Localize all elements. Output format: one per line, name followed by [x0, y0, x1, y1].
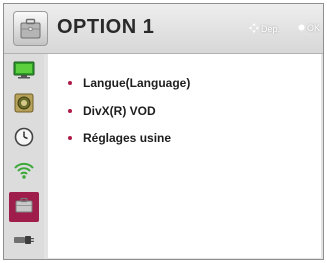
bullet-icon: [68, 136, 72, 140]
input-icon: [13, 233, 35, 252]
briefcase-icon: [13, 11, 48, 46]
sound-icon: [13, 92, 35, 119]
menu-item-label: Réglages usine: [83, 131, 172, 145]
option-menu-window: OPTION 1 Dép. OK Langue(Language) DivX(R…: [3, 3, 324, 260]
sidebar-item-time[interactable]: [9, 124, 39, 154]
bullet-icon: [68, 81, 72, 85]
picture-icon: [13, 60, 35, 85]
move-hint-label: Dép.: [261, 24, 281, 34]
sidebar-item-network[interactable]: [9, 157, 39, 187]
ok-hint-label: OK: [307, 23, 321, 33]
ok-hint: OK: [298, 23, 320, 33]
ok-button-icon: [298, 23, 305, 33]
network-icon: [13, 159, 35, 186]
menu-header: OPTION 1 Dép. OK: [4, 4, 323, 54]
page-title: OPTION 1: [57, 16, 155, 38]
sidebar-item-option[interactable]: [9, 192, 39, 222]
menu-item-factory-reset[interactable]: Réglages usine: [68, 131, 171, 145]
menu-item-label: Langue(Language): [83, 76, 191, 90]
sidebar-item-picture[interactable]: [9, 57, 39, 87]
menu-item-language[interactable]: Langue(Language): [68, 76, 190, 90]
category-sidebar: [4, 54, 44, 259]
option-settings-panel: Langue(Language) DivX(R) VOD Réglages us…: [48, 54, 321, 258]
clock-icon: [13, 126, 35, 153]
sidebar-item-input[interactable]: [9, 227, 39, 257]
arrow-keys-icon: [249, 23, 259, 35]
menu-item-label: DivX(R) VOD: [83, 104, 156, 118]
bullet-icon: [68, 109, 72, 113]
sidebar-item-sound[interactable]: [9, 90, 39, 120]
move-hint: Dép.: [249, 23, 280, 35]
menu-item-divx-vod[interactable]: DivX(R) VOD: [68, 104, 156, 118]
option-icon: [13, 195, 35, 220]
